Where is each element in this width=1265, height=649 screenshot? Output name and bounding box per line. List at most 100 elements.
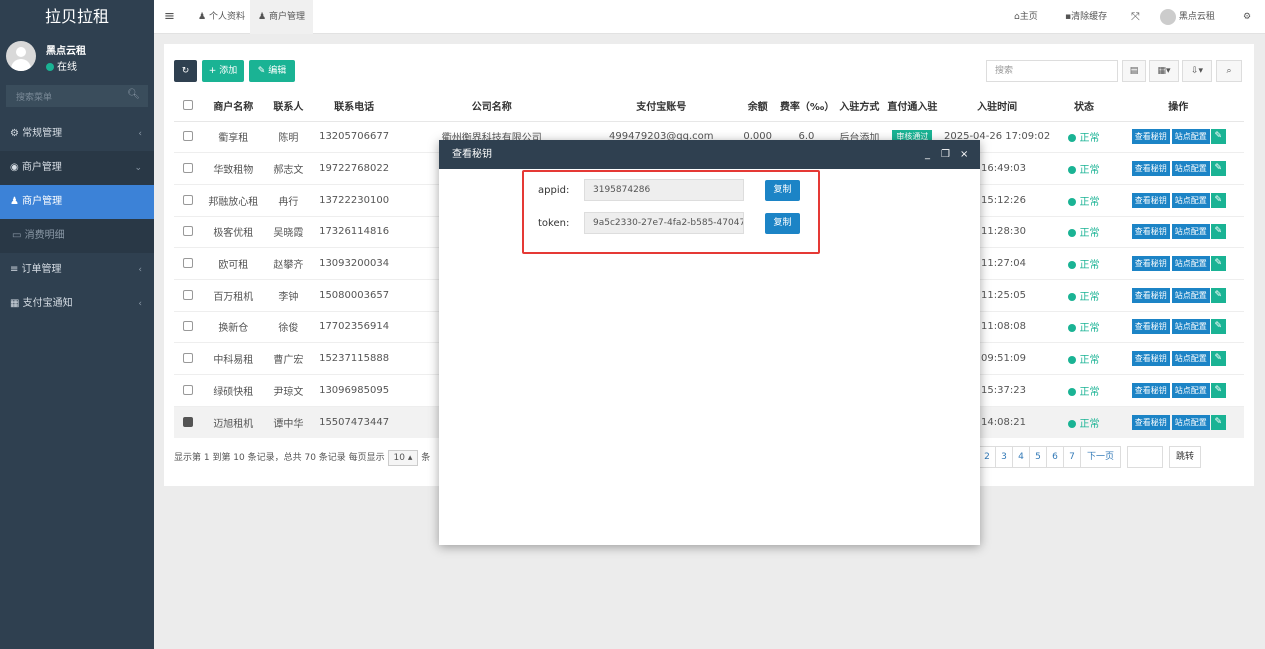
page-link[interactable]: 2 bbox=[978, 446, 996, 468]
token-field[interactable]: 9a5c2330-27e7-4fa2-b585-47047e5c bbox=[584, 212, 744, 234]
menu-toggle-icon[interactable]: ≡ bbox=[164, 0, 175, 34]
row-checkbox[interactable] bbox=[182, 194, 193, 205]
row-checkbox-cell[interactable] bbox=[174, 247, 202, 280]
search-icon[interactable]: ⌕ bbox=[1216, 60, 1242, 82]
pencil-icon[interactable]: ✎ bbox=[1210, 161, 1226, 177]
sidebar-item-consumption[interactable]: ▭ 消费明细 bbox=[0, 219, 154, 253]
appid-field[interactable]: 3195874286 bbox=[584, 179, 744, 201]
col-header[interactable]: 余额 bbox=[735, 90, 780, 122]
sidebar-item-merchant[interactable]: ♟ 商户管理 bbox=[0, 185, 154, 219]
col-header[interactable]: 直付通入驻 bbox=[885, 90, 939, 122]
col-header[interactable]: 公司名称 bbox=[396, 90, 588, 122]
columns-toggle-icon[interactable]: ▤ bbox=[1122, 60, 1146, 82]
page-link[interactable]: 7 bbox=[1063, 446, 1081, 468]
refresh-button[interactable]: ↻ bbox=[174, 60, 197, 82]
view-secret-button[interactable]: 查看秘钥 bbox=[1131, 319, 1170, 335]
next-page-link[interactable]: 下一页 bbox=[1080, 446, 1122, 468]
view-secret-button[interactable]: 查看秘钥 bbox=[1131, 382, 1170, 398]
pencil-icon[interactable]: ✎ bbox=[1210, 319, 1226, 335]
col-header[interactable]: 入驻方式 bbox=[832, 90, 886, 122]
fullscreen-icon[interactable]: ⤧ bbox=[1131, 0, 1140, 34]
col-header[interactable]: 商户名称 bbox=[201, 90, 266, 122]
jump-button[interactable]: 跳转 bbox=[1169, 446, 1202, 468]
view-secret-button[interactable]: 查看秘钥 bbox=[1131, 161, 1170, 177]
row-checkbox-cell[interactable] bbox=[174, 120, 202, 153]
col-header[interactable]: 费率（‰） bbox=[779, 90, 834, 122]
search-icon[interactable]: 🔍︎ bbox=[127, 89, 140, 100]
site-config-button[interactable]: 站点配置 bbox=[1171, 382, 1210, 398]
home-link[interactable]: ⌂主页 bbox=[1014, 0, 1038, 34]
page-link[interactable]: 6 bbox=[1046, 446, 1064, 468]
page-size-select[interactable]: 10 ▴ bbox=[387, 450, 419, 466]
minimize-icon[interactable]: _ bbox=[925, 140, 930, 169]
view-secret-button[interactable]: 查看秘钥 bbox=[1131, 256, 1170, 272]
row-checkbox-cell[interactable] bbox=[174, 374, 202, 407]
row-checkbox[interactable] bbox=[182, 353, 193, 364]
site-config-button[interactable]: 站点配置 bbox=[1171, 351, 1210, 367]
user-menu[interactable]: 黑点云租 bbox=[1160, 0, 1215, 34]
col-header[interactable]: 联系人 bbox=[265, 90, 312, 122]
pencil-icon[interactable]: ✎ bbox=[1210, 287, 1226, 303]
sidebar-item-orders[interactable]: ≡ 订单管理 ‹ bbox=[0, 253, 154, 287]
select-all-checkbox[interactable] bbox=[174, 90, 202, 122]
menu-search-input[interactable]: 搜索菜单 🔍︎ bbox=[6, 85, 148, 107]
row-checkbox[interactable] bbox=[182, 321, 193, 332]
pencil-icon[interactable]: ✎ bbox=[1210, 256, 1226, 272]
row-checkbox-cell[interactable] bbox=[174, 405, 202, 438]
site-config-button[interactable]: 站点配置 bbox=[1171, 414, 1210, 430]
copy-token-button[interactable]: 复制 bbox=[765, 213, 800, 234]
row-checkbox[interactable] bbox=[182, 131, 193, 142]
pencil-icon[interactable]: ✎ bbox=[1210, 192, 1226, 208]
row-checkbox-cell[interactable] bbox=[174, 152, 202, 185]
close-icon[interactable]: × bbox=[960, 140, 968, 169]
view-secret-button[interactable]: 查看秘钥 bbox=[1131, 414, 1170, 430]
row-checkbox[interactable] bbox=[182, 289, 193, 300]
clear-cache-link[interactable]: ▪清除缓存 bbox=[1065, 0, 1107, 34]
view-secret-button[interactable]: 查看秘钥 bbox=[1131, 287, 1170, 303]
row-checkbox[interactable] bbox=[182, 384, 193, 395]
add-button[interactable]: + 添加 bbox=[202, 60, 244, 82]
view-secret-button[interactable]: 查看秘钥 bbox=[1131, 224, 1170, 240]
site-config-button[interactable]: 站点配置 bbox=[1171, 192, 1210, 208]
settings-icon[interactable]: ⚙ bbox=[1243, 0, 1251, 34]
row-checkbox-cell[interactable] bbox=[174, 278, 202, 312]
site-config-button[interactable]: 站点配置 bbox=[1171, 287, 1210, 303]
site-config-button[interactable]: 站点配置 bbox=[1171, 129, 1210, 145]
col-header[interactable]: 联系电话 bbox=[311, 90, 397, 122]
page-link[interactable]: 3 bbox=[995, 446, 1013, 468]
pencil-icon[interactable]: ✎ bbox=[1210, 414, 1226, 430]
row-checkbox[interactable] bbox=[182, 258, 193, 269]
copy-appid-button[interactable]: 复制 bbox=[765, 180, 800, 201]
grid-dropdown-icon[interactable]: ▦▾ bbox=[1149, 60, 1179, 82]
table-search-input[interactable]: 搜索 bbox=[986, 60, 1118, 82]
tab-merchant[interactable]: ♟ 商户管理 bbox=[250, 0, 313, 34]
row-checkbox-cell[interactable] bbox=[174, 342, 202, 375]
col-header[interactable]: 支付宝账号 bbox=[587, 90, 736, 122]
row-checkbox[interactable] bbox=[182, 416, 193, 427]
sidebar-item-merchant-group[interactable]: ◉ 商户管理 ⌄ bbox=[0, 151, 154, 185]
row-checkbox[interactable] bbox=[182, 226, 193, 237]
row-checkbox-cell[interactable] bbox=[174, 215, 202, 248]
pencil-icon[interactable]: ✎ bbox=[1210, 351, 1226, 367]
site-config-button[interactable]: 站点配置 bbox=[1171, 256, 1210, 272]
pencil-icon[interactable]: ✎ bbox=[1210, 129, 1226, 145]
view-secret-button[interactable]: 查看秘钥 bbox=[1131, 129, 1170, 145]
brand-logo[interactable]: 拉贝拉租 bbox=[0, 0, 154, 34]
row-checkbox-cell[interactable] bbox=[174, 183, 202, 217]
site-config-button[interactable]: 站点配置 bbox=[1171, 224, 1210, 240]
pencil-icon[interactable]: ✎ bbox=[1210, 382, 1226, 398]
page-link[interactable]: 4 bbox=[1012, 446, 1030, 468]
export-dropdown-icon[interactable]: ⇩▾ bbox=[1182, 60, 1212, 82]
view-secret-button[interactable]: 查看秘钥 bbox=[1131, 351, 1170, 367]
tab-profile[interactable]: ♟ 个人资料 bbox=[190, 0, 253, 34]
sidebar-item-general[interactable]: ⚙ 常规管理 ‹ bbox=[0, 117, 154, 151]
row-checkbox-cell[interactable] bbox=[174, 310, 202, 343]
row-checkbox[interactable] bbox=[182, 163, 193, 174]
pencil-icon[interactable]: ✎ bbox=[1210, 224, 1226, 240]
col-header[interactable]: 入驻时间 bbox=[938, 90, 1056, 122]
page-link[interactable]: 5 bbox=[1029, 446, 1047, 468]
edit-button[interactable]: ✎ 编辑 bbox=[249, 60, 295, 82]
site-config-button[interactable]: 站点配置 bbox=[1171, 319, 1210, 335]
avatar[interactable] bbox=[6, 41, 36, 71]
view-secret-button[interactable]: 查看秘钥 bbox=[1131, 192, 1170, 208]
